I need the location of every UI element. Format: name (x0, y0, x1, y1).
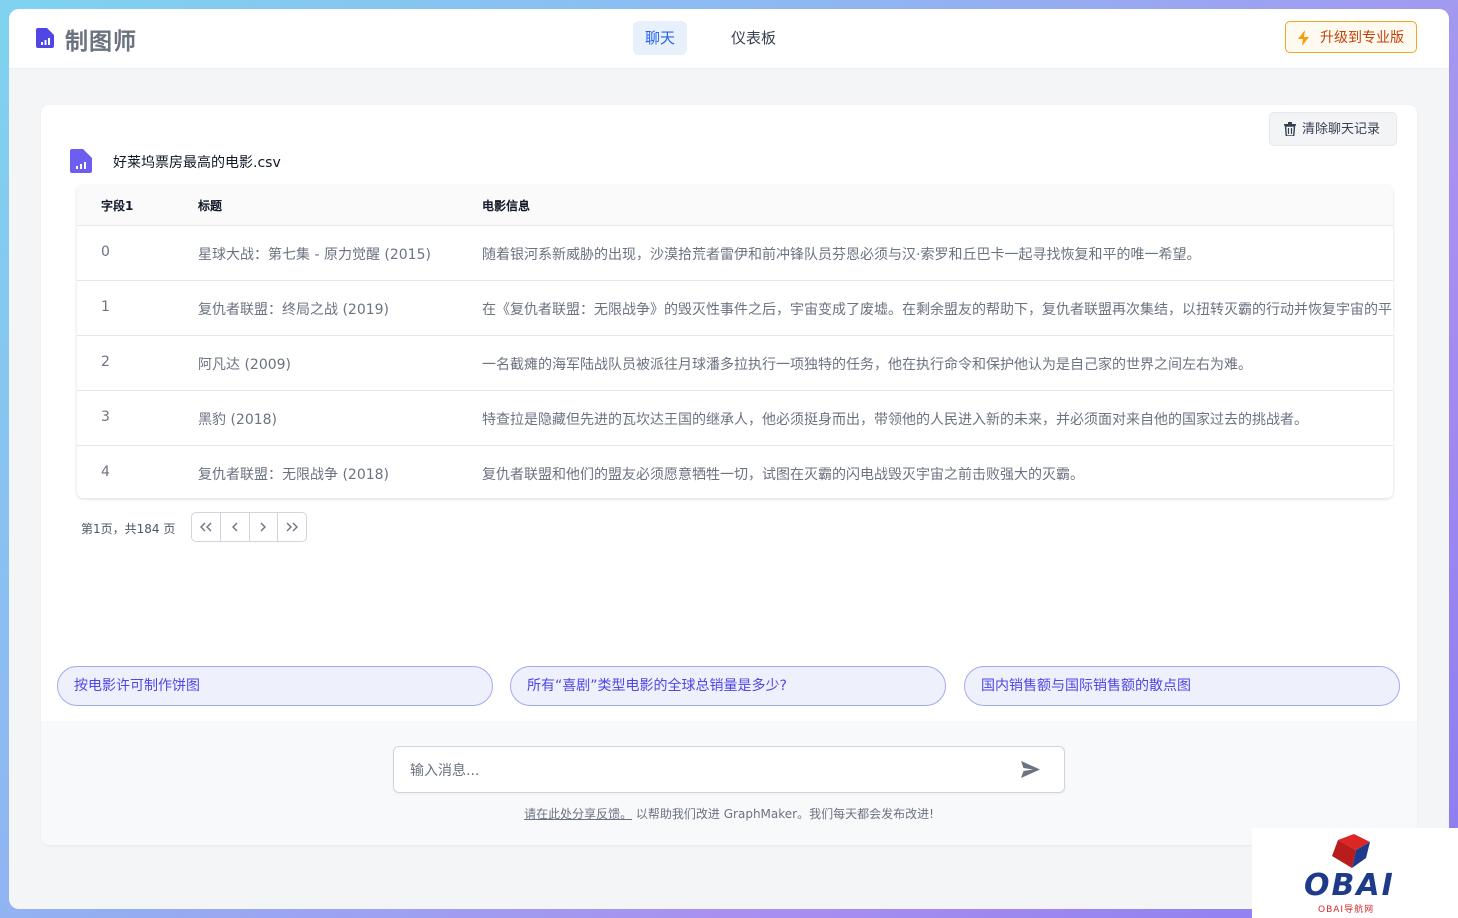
table-row: 4 复仇者联盟：无限战争 (2018) 复仇者联盟和他们的盟友必须愿意牺牲一切，… (77, 446, 1393, 498)
column-header: 字段1 (101, 199, 134, 213)
clear-chat-button[interactable]: 清除聊天记录 (1269, 112, 1397, 146)
table-cell: 在《复仇者联盟：无限战争》的毁灭性事件之后，宇宙变成了废墟。在剩余盟友的帮助下，… (482, 302, 1392, 318)
table-cell: 阿凡达 (2009) (198, 357, 292, 373)
message-box (393, 746, 1065, 793)
column-header: 电影信息 (482, 199, 531, 213)
table-row: 1 复仇者联盟：终局之战 (2019) 在《复仇者联盟：无限战争》的毁灭性事件之… (77, 281, 1393, 336)
file-name: 好莱坞票房最高的电影.csv (113, 155, 281, 171)
table-cell: 一名截瘫的海军陆战队员被派往月球潘多拉执行一项独特的任务，他在执行命令和保护他认… (482, 357, 1252, 373)
double-chevron-right-icon (286, 522, 299, 532)
tab-dashboard[interactable]: 仪表板 (719, 21, 788, 55)
top-bar: 制图师 聊天 仪表板 升级到专业版 (9, 9, 1449, 69)
table-cell: 4 (101, 464, 110, 480)
pagination-controls (191, 512, 307, 542)
suggestion-chip[interactable]: 所有“喜剧”类型电影的全球总销量是多少? (510, 666, 946, 706)
upgrade-label: 升级到专业版 (1320, 30, 1404, 46)
page-indicator: 第1页，共184 页 (81, 522, 176, 536)
watermark-logo: OBAI OBAI导航网 (1252, 828, 1458, 918)
last-page-button[interactable] (278, 513, 306, 541)
csv-file-icon (70, 149, 92, 173)
column-header: 标题 (198, 199, 223, 213)
message-input[interactable] (408, 758, 1002, 784)
table-header: 字段1 标题 电影信息 (77, 185, 1393, 226)
table-cell: 特查拉是隐藏但先进的瓦坎达王国的继承人，他必须挺身而出，带领他的人民进入新的未来… (482, 412, 1308, 428)
data-table: 字段1 标题 电影信息 0 星球大战：第七集 - 原力觉醒 (2015) 随着银… (77, 185, 1393, 498)
table-cell: 复仇者联盟：无限战争 (2018) (198, 467, 390, 483)
table-row: 0 星球大战：第七集 - 原力觉醒 (2015) 随着银河系新威胁的出现，沙漠拾… (77, 226, 1393, 281)
table-cell: 星球大战：第七集 - 原力觉醒 (2015) (198, 247, 431, 263)
tab-chat[interactable]: 聊天 (633, 21, 688, 55)
clear-chat-label: 清除聊天记录 (1302, 122, 1381, 137)
watermark-text: OBAI (1304, 868, 1395, 903)
table-cell: 3 (101, 409, 110, 425)
composer-area: 请在此处分享反馈。 以帮助我们改进 GraphMaker。我们每天都会发布改进! (41, 721, 1417, 845)
suggestion-chip[interactable]: 按电影许可制作饼图 (57, 666, 493, 706)
table-row: 2 阿凡达 (2009) 一名截瘫的海军陆战队员被派往月球潘多拉执行一项独特的任… (77, 336, 1393, 391)
table-cell: 复仇者联盟：终局之战 (2019) (198, 302, 390, 318)
next-page-button[interactable] (250, 513, 279, 541)
send-icon[interactable] (1021, 761, 1040, 778)
table-cell: 黑豹 (2018) (198, 412, 278, 428)
first-page-button[interactable] (192, 513, 221, 541)
chat-card: 清除聊天记录 好莱坞票房最高的电影.csv 字段1 标题 电影信息 0 星球大战… (41, 105, 1417, 845)
app-window: 制图师 聊天 仪表板 升级到专业版 清除聊天记录 好莱坞票房最高的电影.csv … (9, 9, 1449, 909)
chevron-right-icon (260, 522, 267, 532)
chevron-left-icon (231, 522, 238, 532)
table-cell: 随着银河系新威胁的出现，沙漠拾荒者雷伊和前冲锋队员芬恩必须与汉·索罗和丘巴卡一起… (482, 247, 1201, 263)
watermark-subtext: OBAI导航网 (1318, 905, 1375, 915)
feedback-link[interactable]: 请在此处分享反馈。 (524, 807, 632, 821)
prev-page-button[interactable] (221, 513, 250, 541)
table-row: 3 黑豹 (2018) 特查拉是隐藏但先进的瓦坎达王国的继承人，他必须挺身而出，… (77, 391, 1393, 446)
table-cell: 2 (101, 354, 110, 370)
chart-file-icon (36, 28, 54, 48)
table-cell: 复仇者联盟和他们的盟友必须愿意牺牲一切，试图在灭霸的闪电战毁灭宇宙之前击败强大的… (482, 467, 1084, 483)
table-cell: 0 (101, 244, 110, 260)
upgrade-button[interactable]: 升级到专业版 (1285, 21, 1417, 53)
brand-title: 制图师 (65, 29, 137, 55)
trash-icon (1284, 122, 1296, 136)
lightning-icon (1298, 30, 1309, 46)
cube-logo-icon (1332, 834, 1370, 868)
suggestion-chip[interactable]: 国内销售额与国际销售额的散点图 (964, 666, 1400, 706)
double-chevron-left-icon (199, 522, 212, 532)
feedback-text: 以帮助我们改进 GraphMaker。我们每天都会发布改进! (635, 807, 934, 821)
table-cell: 1 (101, 299, 110, 315)
feedback-note: 请在此处分享反馈。 以帮助我们改进 GraphMaker。我们每天都会发布改进! (41, 805, 1417, 822)
